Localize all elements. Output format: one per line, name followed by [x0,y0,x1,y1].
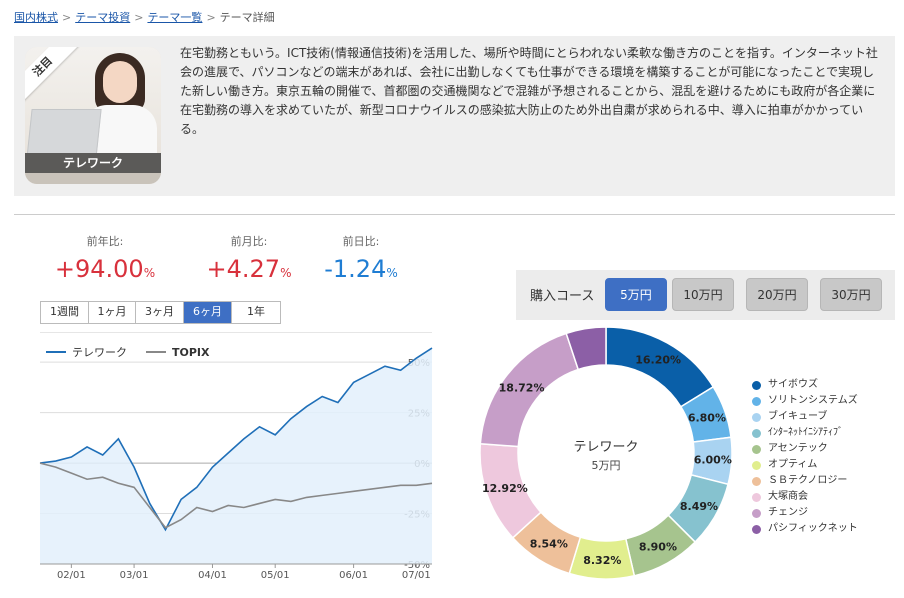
perf-day-number: -1.24 [324,255,387,283]
legend-item: ＳＢテクノロジー [752,473,858,489]
perf-day-unit: % [386,266,398,280]
theme-info-box: 注目 テレワーク 在宅勤務ともいう。ICT技術(情報通信技術)を活用した、場所や… [14,36,895,196]
breadcrumb: 国内株式 > テーマ投資 > テーマ一覧 > テーマ詳細 [14,9,275,25]
donut-center-subtitle: 5万円 [592,459,621,472]
theme-image-caption: テレワーク [25,153,161,173]
donut-slice-label: 12.92% [482,482,528,495]
legend-label: TOPIX [172,346,210,359]
x-tick-label: 06/01 [339,570,368,581]
perf-day: 前日比: -1.24% [298,233,424,283]
course-button-200k[interactable]: 20万円 [746,278,808,311]
donut-slice-label: 8.54% [530,537,568,550]
donut-slice-label: 16.20% [635,354,681,367]
legend-item-label: ｲﾝﾀｰﾈｯﾄｲﾆｼｱﾃｨﾌﾞ [768,427,843,438]
tab-1-year[interactable]: 1年 [232,302,280,323]
portfolio-donut-chart: 16.20% 6.80% 6.00% 8.49% 8.90% 8.32% 8.54% 12.9… [479,326,733,580]
legend-item: ブイキューブ [752,409,858,425]
legend-dot [752,428,761,438]
x-tick-label: 05/01 [261,570,290,581]
course-button-300k[interactable]: 30万円 [820,278,882,311]
performance-line-chart: 50%25%0%-25%-50%テレワークTOPIX02/0103/0104/0… [39,332,433,581]
breadcrumb-separator: > [62,11,72,24]
image-person-face [103,61,137,103]
section-divider [14,214,895,215]
legend-dot [752,396,761,406]
x-tick-label: 02/01 [57,570,86,581]
legend-label: テレワーク [72,346,127,359]
perf-year-label: 前年比: [86,235,124,248]
tab-1-week[interactable]: 1週間 [41,302,89,323]
legend-item-label: ソリトンシステムズ [768,395,858,406]
perf-month-number: +4.27 [206,255,281,283]
legend-dot [752,508,761,518]
perf-year-value: +94.00% [42,255,168,283]
legend-dot [752,380,761,390]
legend-item-label: アセンテック [768,443,828,454]
breadcrumb-current: テーマ詳細 [219,11,275,24]
donut-slice-label: 6.80% [688,411,726,424]
legend-item: チェンジ [752,505,858,521]
legend-dot [752,444,761,454]
laptop-icon [26,109,102,159]
legend-dot [752,412,761,422]
legend-item-label: ブイキューブ [768,411,828,422]
legend-item-label: チェンジ [768,507,808,518]
legend-dot [752,524,761,534]
donut-slice [605,326,715,408]
donut-slice-label: 8.32% [583,554,621,567]
perf-month: 前月比: +4.27% [186,233,312,283]
perf-day-label: 前日比: [342,235,380,248]
breadcrumb-separator: > [206,11,216,24]
legend-item-label: ＳＢテクノロジー [768,475,848,486]
perf-year: 前年比: +94.00% [42,233,168,283]
perf-year-unit: % [143,266,156,280]
purchase-course-bar: 購入コース 5万円 10万円 20万円 30万円 [516,270,895,320]
legend-item: 大塚商会 [752,489,858,505]
breadcrumb-link-domestic-stocks[interactable]: 国内株式 [14,11,58,24]
donut-slice-label: 6.00% [694,454,732,467]
tab-6-months[interactable]: 6ヶ月 [184,302,232,323]
donut-slice-label: 8.49% [680,500,718,513]
x-tick-label: 04/01 [198,570,227,581]
theme-image: 注目 テレワーク [25,47,161,184]
tab-3-months[interactable]: 3ヶ月 [136,302,184,323]
x-tick-label: 07/01 [402,570,431,581]
breadcrumb-link-theme-investment[interactable]: テーマ投資 [75,11,130,24]
breadcrumb-link-theme-list[interactable]: テーマ一覧 [147,11,202,24]
course-label: 購入コース [530,289,595,304]
legend-dot [752,460,761,470]
legend-dot [752,476,761,486]
legend-item: ソリトンシステムズ [752,393,858,409]
perf-month-value: +4.27% [186,255,312,283]
x-tick-label: 03/01 [120,570,149,581]
perf-month-unit: % [280,266,292,280]
course-button-100k[interactable]: 10万円 [672,278,734,311]
legend-item-label: サイボウズ [768,379,818,390]
donut-slice-label: 18.72% [499,381,545,394]
donut-slice-label: 8.90% [639,541,677,554]
legend-item: パシフィックネット [752,521,858,537]
period-tabs: 1週間 1ヶ月 3ヶ月 6ヶ月 1年 [40,301,281,324]
legend-item: オプティム [752,457,858,473]
series-area-telework [40,348,432,564]
legend-item: アセンテック [752,441,858,457]
course-button-50k[interactable]: 5万円 [605,278,667,311]
donut-center-title: テレワーク [573,440,638,455]
legend-item: ｲﾝﾀｰﾈｯﾄｲﾆｼｱﾃｨﾌﾞ [752,425,858,441]
breadcrumb-separator: > [134,11,144,24]
tab-1-month[interactable]: 1ヶ月 [89,302,136,323]
perf-year-number: +94.00 [54,255,144,283]
legend-item: サイボウズ [752,377,858,393]
perf-day-value: -1.24% [298,255,424,283]
donut-legend: サイボウズソリトンシステムズ ブイキューブ ｲﾝﾀｰﾈｯﾄｲﾆｼｱﾃｨﾌﾞ アセンテッ… [752,377,858,537]
legend-item-label: 大塚商会 [768,491,808,502]
legend-dot [752,492,761,502]
legend-item-label: パシフィックネット [768,523,858,534]
theme-description: 在宅勤務ともいう。ICT技術(情報通信技術)を活用した、場所や時間にとらわれない… [180,46,878,136]
legend-item-label: オプティム [768,459,818,470]
perf-month-label: 前月比: [230,235,268,248]
